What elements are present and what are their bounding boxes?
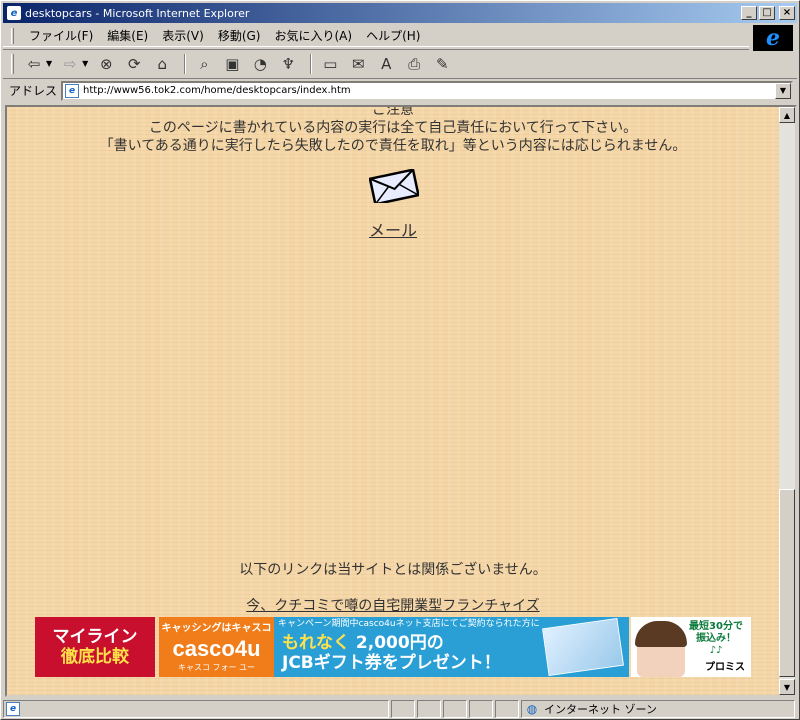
menu-file[interactable]: ファイル(F) [22, 27, 100, 44]
casco-logo: casco4u [172, 636, 261, 661]
globe-icon: ◍ [526, 702, 538, 716]
envelope-icon[interactable] [369, 169, 419, 203]
forward-dropdown-icon[interactable]: ▼ [82, 59, 88, 68]
menu-edit[interactable]: 編集(E) [100, 27, 155, 44]
status-cell-1 [391, 700, 415, 718]
menu-view[interactable]: 表示(V) [155, 27, 211, 44]
address-label: アドレス [9, 84, 58, 98]
menu-bar: ファイル(F) 編集(E) 表示(V) 移動(G) お気に入り(A) ヘルプ(H… [3, 25, 749, 47]
myline-banner[interactable]: マイライン 徹底比較 [35, 617, 155, 677]
ie-throbber-logo: e [753, 25, 793, 51]
casco-banner-top: キャッシングはキャスコ [161, 623, 272, 634]
back-dropdown-icon[interactable]: ▼ [46, 59, 52, 68]
jcb-campaign-banner[interactable]: キャンペーン期間中casco4uネット支店にてご契約なられた方に もれなく 2,… [274, 617, 629, 677]
promise-banner[interactable]: 最短30分で振込み！ ♪♪ プロミス [631, 617, 751, 677]
myline-banner-top: マイライン [52, 627, 138, 647]
vertical-scrollbar[interactable]: ▲ ▼ [779, 107, 795, 695]
scroll-thumb[interactable] [779, 489, 795, 677]
status-cell-3 [443, 700, 467, 718]
page-viewport: ご注意 このページに書かれている内容の実行は全て自己責任において行って下さい。 … [5, 105, 797, 697]
address-url[interactable]: http://www56.tok2.com/home/desktopcars/i… [83, 85, 351, 96]
search-icon[interactable]: ⌕ [192, 53, 216, 75]
zone-label: インターネット ゾーン [544, 703, 657, 716]
status-main: e [3, 700, 389, 718]
refresh-icon[interactable]: ⟳ [122, 53, 146, 75]
window-controls: _ □ × [741, 6, 795, 20]
status-cell-2 [417, 700, 441, 718]
menu-grip[interactable] [11, 27, 14, 44]
address-input[interactable]: e http://www56.tok2.com/home/desktopcars… [61, 80, 793, 101]
back-icon[interactable]: ⇦ [22, 53, 46, 75]
promise-logo: プロミス [705, 662, 745, 673]
status-bar: e ◍ インターネット ゾーン [3, 699, 797, 719]
gift-card-image [542, 617, 624, 677]
franchise-link[interactable]: 今、クチコミで噂の自宅開業型フランチャイズ [7, 595, 779, 615]
forward-icon[interactable]: ⇨ [58, 53, 82, 75]
scroll-down-button[interactable]: ▼ [779, 679, 795, 695]
status-cell-4 [469, 700, 493, 718]
status-zone: ◍ インターネット ゾーン [521, 700, 795, 718]
stop-icon[interactable]: ⊗ [94, 53, 118, 75]
mail-link[interactable]: メール [7, 217, 779, 241]
casco-banner[interactable]: キャッシングはキャスコ casco4u キャスコ フォー ユー [159, 617, 274, 677]
print-icon[interactable]: ⎙ [402, 53, 426, 75]
status-cell-5 [495, 700, 519, 718]
browser-window: e desktopcars - Microsoft Internet Explo… [0, 0, 800, 720]
font-icon[interactable]: A [374, 53, 398, 75]
maximize-button[interactable]: □ [759, 6, 775, 20]
notice-line-2: 「書いてある通りに実行したら失敗したので責任を取れ」等という内容には応じられませ… [99, 138, 687, 154]
campaign-main-text: もれなく 2,000円の JCBギフト券をプレゼント！ [282, 633, 501, 673]
notice-line-1: このページに書かれている内容の実行は全て自己責任において行って下さい。 [148, 120, 638, 136]
disclaimer-text: 以下のリンクは当サイトとは関係ございません。 [239, 562, 547, 578]
menu-favorites[interactable]: お気に入り(A) [267, 27, 359, 44]
home-icon[interactable]: ⌂ [150, 53, 174, 75]
fullscreen-icon[interactable]: ▭ [318, 53, 342, 75]
close-button[interactable]: × [779, 6, 795, 20]
toolbar-grip[interactable] [11, 53, 14, 74]
address-bar: アドレス e http://www56.tok2.com/home/deskto… [3, 78, 797, 102]
scroll-up-button[interactable]: ▲ [779, 107, 795, 123]
edit-icon[interactable]: ✎ [430, 53, 454, 75]
model-hair [635, 621, 687, 647]
favorites-icon[interactable]: ▣ [220, 53, 244, 75]
page-content: ご注意 このページに書かれている内容の実行は全て自己責任において行って下さい。 … [7, 107, 779, 695]
promise-text: 最短30分で振込み！ ♪♪ [689, 621, 743, 656]
title-bar: e desktopcars - Microsoft Internet Explo… [3, 3, 797, 23]
history-icon[interactable]: ◔ [248, 53, 272, 75]
myline-banner-bottom: 徹底比較 [61, 647, 129, 667]
page-status-icon: e [6, 702, 20, 716]
menu-go[interactable]: 移動(G) [211, 27, 268, 44]
ie-app-icon: e [7, 6, 21, 20]
menu-help[interactable]: ヘルプ(H) [359, 27, 427, 44]
address-dropdown-icon[interactable]: ▼ [775, 82, 791, 99]
page-icon: e [65, 83, 80, 98]
minimize-button[interactable]: _ [741, 6, 757, 20]
channels-icon[interactable]: ♆ [276, 53, 300, 75]
window-title: desktopcars - Microsoft Internet Explore… [25, 6, 250, 20]
mail-icon[interactable]: ✉ [346, 53, 370, 75]
casco-sub: キャスコ フォー ユー [177, 663, 256, 672]
standard-toolbar: ⇦ ▼ ⇨ ▼ ⊗ ⟳ ⌂ ⌕ ▣ ◔ ♆ ▭ ✉ A ⎙ ✎ [3, 49, 749, 77]
